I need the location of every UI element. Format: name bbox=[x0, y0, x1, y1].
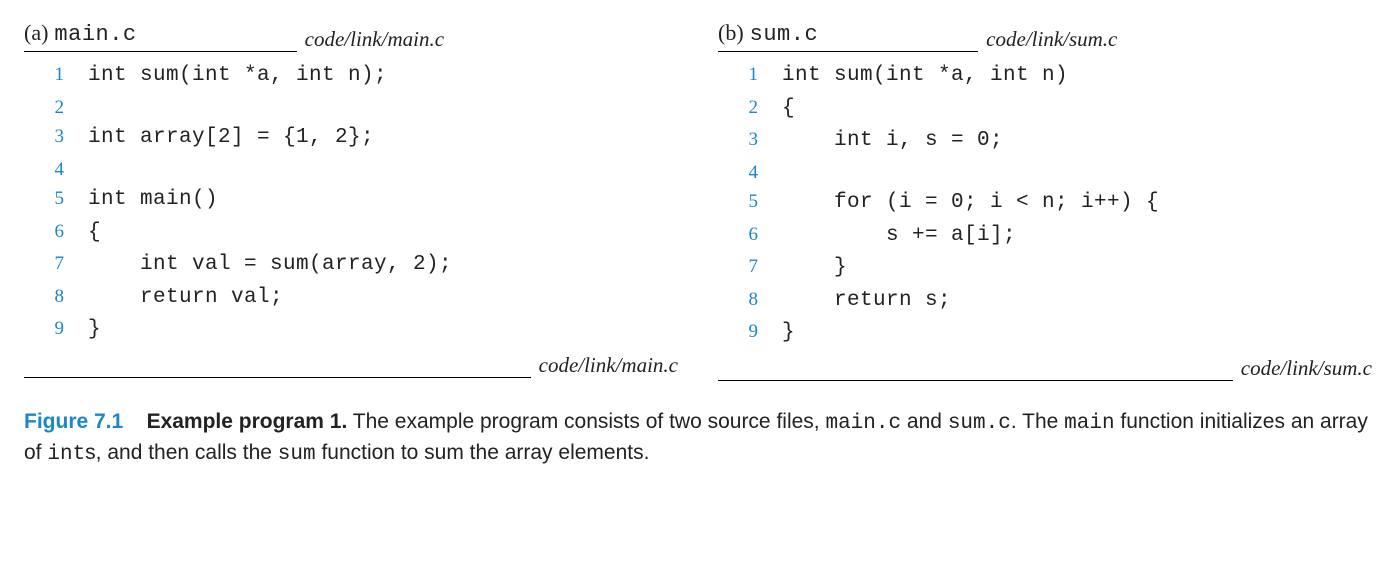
code-line: 5 for (i = 0; i < n; i++) { bbox=[718, 187, 1372, 220]
line-number: 2 bbox=[24, 93, 88, 122]
code-line: 5int main() bbox=[24, 184, 678, 217]
code-text: return val; bbox=[88, 282, 283, 315]
line-number: 8 bbox=[24, 282, 88, 311]
line-number: 6 bbox=[718, 220, 782, 249]
code-line: 4 bbox=[24, 155, 678, 184]
caption-mono-3: main bbox=[1064, 412, 1114, 435]
line-number: 4 bbox=[24, 155, 88, 184]
line-number: 3 bbox=[24, 122, 88, 151]
panel-main-c: (a) main.c code/link/main.c 1int sum(int… bbox=[24, 20, 678, 381]
figure-label: Figure 7.1 bbox=[24, 410, 123, 433]
code-line: 1int sum(int *a, int n); bbox=[24, 60, 678, 93]
line-number: 7 bbox=[24, 249, 88, 278]
line-number: 8 bbox=[718, 285, 782, 314]
line-number: 5 bbox=[718, 187, 782, 216]
code-line: 6 s += a[i]; bbox=[718, 220, 1372, 253]
code-text: s += a[i]; bbox=[782, 220, 1016, 253]
panel-title-right: (b) sum.c bbox=[718, 20, 978, 52]
code-text: int sum(int *a, int n) bbox=[782, 60, 1068, 93]
code-line: 8 return s; bbox=[718, 285, 1372, 318]
code-line: 4 bbox=[718, 158, 1372, 187]
caption-text-1: The example program consists of two sour… bbox=[347, 410, 825, 433]
code-line: 9} bbox=[718, 317, 1372, 350]
code-text: int val = sum(array, 2); bbox=[88, 249, 452, 282]
line-number: 7 bbox=[718, 252, 782, 281]
code-block-main: 1int sum(int *a, int n);23int array[2] =… bbox=[24, 52, 678, 353]
line-number: 5 bbox=[24, 184, 88, 213]
code-text: return s; bbox=[782, 285, 951, 318]
code-line: 3int array[2] = {1, 2}; bbox=[24, 122, 678, 155]
code-text: } bbox=[88, 314, 101, 347]
panel-label-a: (a) bbox=[24, 20, 48, 46]
caption-mono-4: int bbox=[47, 443, 85, 466]
code-text: { bbox=[88, 217, 101, 250]
panel-path-top-right: code/link/sum.c bbox=[986, 27, 1117, 52]
panel-footer-right: code/link/sum.c bbox=[718, 356, 1372, 381]
panel-path-bottom-right: code/link/sum.c bbox=[1241, 356, 1372, 381]
panel-sum-c: (b) sum.c code/link/sum.c 1int sum(int *… bbox=[718, 20, 1372, 381]
code-line: 2{ bbox=[718, 93, 1372, 126]
code-text: int sum(int *a, int n); bbox=[88, 60, 387, 93]
code-line: 7 } bbox=[718, 252, 1372, 285]
line-number: 9 bbox=[24, 314, 88, 343]
figure-title: Example program 1. bbox=[147, 410, 348, 433]
code-line: 2 bbox=[24, 93, 678, 122]
code-line: 8 return val; bbox=[24, 282, 678, 315]
code-text: } bbox=[782, 317, 795, 350]
panel-path-bottom-left: code/link/main.c bbox=[539, 353, 678, 378]
code-text: int main() bbox=[88, 184, 218, 217]
code-line: 7 int val = sum(array, 2); bbox=[24, 249, 678, 282]
code-block-sum: 1int sum(int *a, int n)2{3 int i, s = 0;… bbox=[718, 52, 1372, 356]
caption-mono-1: main.c bbox=[825, 412, 901, 435]
panel-path-top-left: code/link/main.c bbox=[305, 27, 444, 52]
line-number: 1 bbox=[718, 60, 782, 89]
caption-text-6: function to sum the array elements. bbox=[316, 441, 650, 464]
line-number: 3 bbox=[718, 125, 782, 154]
figure-caption: Figure 7.1 Example program 1. The exampl… bbox=[24, 407, 1372, 470]
panel-footer-left: code/link/main.c bbox=[24, 353, 678, 378]
line-number: 1 bbox=[24, 60, 88, 89]
line-number: 2 bbox=[718, 93, 782, 122]
code-line: 6{ bbox=[24, 217, 678, 250]
caption-text-2: and bbox=[901, 410, 948, 433]
line-number: 4 bbox=[718, 158, 782, 187]
code-text: { bbox=[782, 93, 795, 126]
panel-filename-sum: sum.c bbox=[750, 22, 819, 47]
code-line: 1int sum(int *a, int n) bbox=[718, 60, 1372, 93]
code-text: } bbox=[782, 252, 847, 285]
line-number: 9 bbox=[718, 317, 782, 346]
caption-mono-5: sum bbox=[278, 443, 316, 466]
code-columns: (a) main.c code/link/main.c 1int sum(int… bbox=[24, 20, 1372, 381]
caption-text-3: . The bbox=[1011, 410, 1064, 433]
code-line: 9} bbox=[24, 314, 678, 347]
panel-header-left: (a) main.c code/link/main.c bbox=[24, 20, 678, 52]
line-number: 6 bbox=[24, 217, 88, 246]
panel-header-right: (b) sum.c code/link/sum.c bbox=[718, 20, 1372, 52]
panel-label-b: (b) bbox=[718, 20, 744, 46]
caption-text-5: s, and then calls the bbox=[85, 441, 278, 464]
caption-mono-2: sum.c bbox=[948, 412, 1011, 435]
code-text: int i, s = 0; bbox=[782, 125, 1003, 158]
code-text: int array[2] = {1, 2}; bbox=[88, 122, 374, 155]
panel-title-left: (a) main.c bbox=[24, 20, 297, 52]
code-text: for (i = 0; i < n; i++) { bbox=[782, 187, 1159, 220]
panel-filename-main: main.c bbox=[54, 22, 136, 47]
code-line: 3 int i, s = 0; bbox=[718, 125, 1372, 158]
